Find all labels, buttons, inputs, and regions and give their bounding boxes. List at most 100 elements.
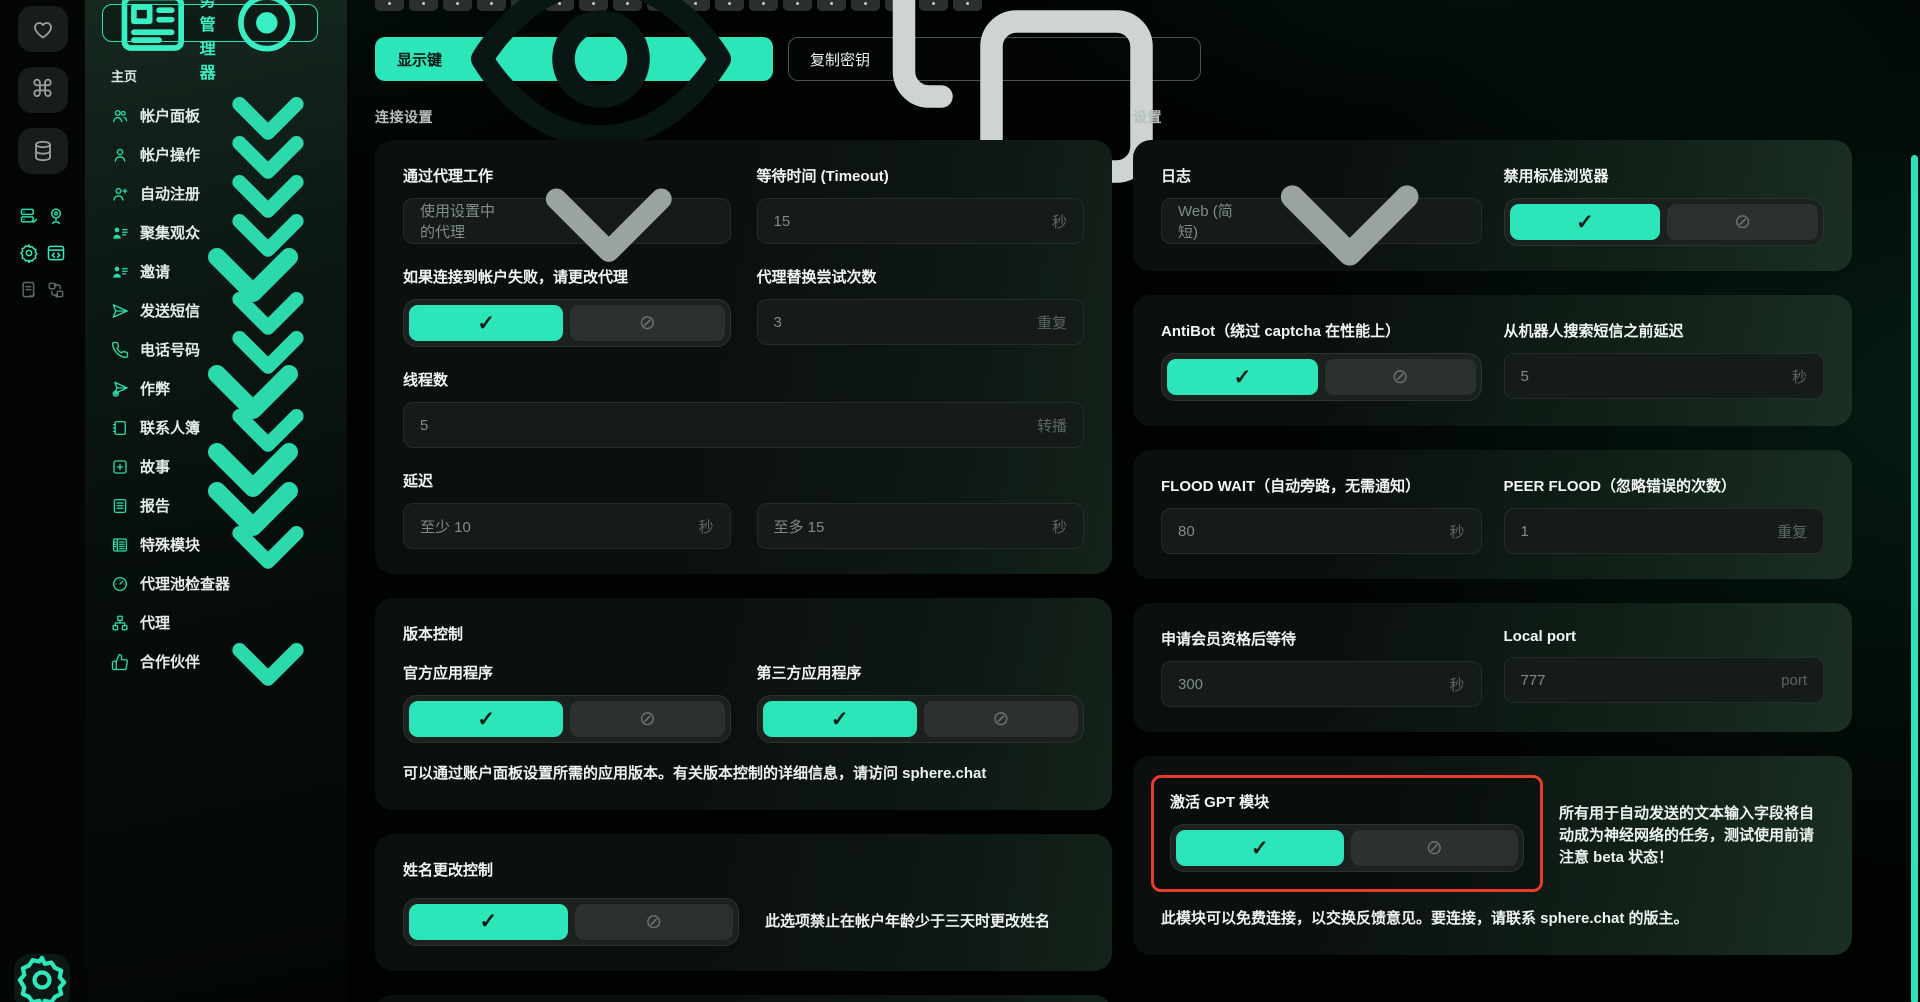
toggle-on-button[interactable]: ✓: [763, 701, 917, 737]
swap-icon[interactable]: [46, 280, 66, 300]
panel-icon: [115, 0, 191, 61]
toggle-on-button[interactable]: ✓: [1167, 359, 1318, 395]
sidebar-item-label: 报告: [140, 495, 170, 516]
show-key-label: 显示键: [397, 49, 442, 70]
settings-column: 设置 日志 Web (简短) 禁用标准浏览器 ✓ ⊘: [1133, 107, 1852, 979]
delay-min-input[interactable]: 至少 10 秒: [403, 503, 731, 549]
app-window: ⌘ 任务管理器 主页 帐户面板帐户操作自动注册聚集观众邀请发送短信电话号码作弊联…: [0, 0, 1920, 1002]
gpt-contact-note: 此模块可以免费连接，以交换反馈意见。要连接，请联系 sphere.chat 的版…: [1161, 908, 1824, 930]
sidebar-item-label: 代理池检查器: [140, 573, 230, 594]
heart-icon: [31, 17, 55, 41]
section-label-connection: 连接设置: [375, 107, 1112, 127]
version-control-title: 版本控制: [403, 623, 1084, 644]
masked-key-char: •: [375, 0, 404, 11]
connection-settings-column: 连接设置 通过代理工作 使用设置中的代理 等待时间 (Timeout) 15: [375, 107, 1112, 1002]
icon-rail: ⌘: [0, 0, 85, 1002]
audience-icon: [111, 224, 129, 242]
toggle-off-button[interactable]: ⊘: [575, 904, 734, 940]
disable-browser-label: 禁用标准浏览器: [1504, 165, 1825, 186]
block-icon: ⊘: [1392, 367, 1409, 387]
send-plus-icon: [111, 380, 129, 398]
show-key-button[interactable]: 显示键: [375, 37, 773, 81]
name-change-toggle: ✓ ⊘: [403, 898, 739, 946]
threads-label: 线程数: [403, 369, 1084, 390]
gear-icon[interactable]: [19, 243, 39, 263]
official-app-label: 官方应用程序: [403, 662, 731, 683]
proxy-mode-select[interactable]: 使用设置中的代理: [403, 198, 731, 244]
toggle-off-button[interactable]: ⊘: [1667, 204, 1818, 240]
webcam-icon[interactable]: [46, 206, 66, 226]
threads-input[interactable]: 5 转播: [403, 402, 1084, 448]
sidebar-menu: 帐户面板帐户操作自动注册聚集观众邀请发送短信电话号码作弊联系人簿故事报告特殊模块…: [85, 96, 347, 681]
report-icon: [111, 497, 129, 515]
timeout-input[interactable]: 15 秒: [757, 198, 1085, 244]
toggle-off-button[interactable]: ⊘: [570, 701, 724, 737]
antibot-toggle: ✓ ⊘: [1161, 353, 1482, 401]
block-icon: ⊘: [639, 709, 656, 729]
contacts-icon: [111, 419, 129, 437]
official-app-toggle: ✓ ⊘: [403, 695, 731, 743]
peer-flood-input[interactable]: 1 重复: [1504, 508, 1825, 554]
version-control-note: 可以通过账户面板设置所需的应用版本。有关版本控制的详细信息，请访问 sphere…: [403, 763, 1084, 785]
thumbs-up-icon: [111, 653, 129, 671]
target-icon[interactable]: [229, 0, 305, 61]
server-check-icon[interactable]: [19, 206, 39, 226]
third-party-app-toggle: ✓ ⊘: [757, 695, 1085, 743]
check-icon: ✓: [477, 313, 495, 334]
name-change-title: 姓名更改控制: [403, 859, 1084, 880]
sidebar-item[interactable]: 特殊模块: [85, 525, 347, 564]
person-add-icon: [111, 185, 129, 203]
settings-tile[interactable]: [14, 954, 70, 1002]
check-icon: ✓: [479, 911, 497, 932]
version-control-panel: 版本控制 官方应用程序 ✓ ⊘ 第三方应用程序 ✓ ⊘: [375, 598, 1112, 810]
plus-square-icon: [111, 458, 129, 476]
change-proxy-label: 如果连接到帐户失败，请更改代理: [403, 266, 731, 287]
sms-delay-input[interactable]: 5 秒: [1504, 353, 1825, 399]
toggle-off-button[interactable]: ⊘: [1351, 830, 1519, 866]
sidebar-item-label: 故事: [140, 456, 170, 477]
doc-check-icon[interactable]: [19, 280, 39, 300]
rail-tile[interactable]: ⌘: [18, 67, 68, 113]
gpt-module-label: 激活 GPT 模块: [1170, 791, 1524, 812]
check-icon: ✓: [1251, 838, 1269, 859]
block-icon: ⊘: [639, 313, 656, 333]
masked-key-char: •: [749, 0, 778, 11]
timeout-label: 等待时间 (Timeout): [757, 165, 1085, 186]
command-icon: ⌘: [31, 78, 55, 102]
toggle-on-button[interactable]: ✓: [409, 904, 568, 940]
proxy-retry-input[interactable]: 3 重复: [757, 299, 1085, 345]
member-wait-input[interactable]: 300 秒: [1161, 661, 1482, 707]
toggle-on-button[interactable]: ✓: [1510, 204, 1661, 240]
person-icon: [111, 146, 129, 164]
flood-wait-label: FLOOD WAIT（自动旁路，无需通知）: [1161, 475, 1482, 496]
invite-icon: [111, 263, 129, 281]
rail-tile[interactable]: [18, 128, 68, 174]
code-window-icon[interactable]: [46, 243, 66, 263]
toggle-off-button[interactable]: ⊘: [1325, 359, 1476, 395]
toggle-off-button[interactable]: ⊘: [570, 305, 724, 341]
toggle-on-button[interactable]: ✓: [409, 305, 563, 341]
scrollbar-thumb[interactable]: [1911, 155, 1918, 1002]
sidebar: 任务管理器 主页 帐户面板帐户操作自动注册聚集观众邀请发送短信电话号码作弊联系人…: [85, 0, 347, 1002]
check-icon: ✓: [1576, 212, 1594, 233]
sidebar-item[interactable]: 合作伙伴: [85, 642, 347, 681]
sidebar-item-label: 作弊: [140, 378, 170, 399]
sidebar-header-task-manager[interactable]: 任务管理器: [102, 4, 318, 42]
toggle-on-button[interactable]: ✓: [1176, 830, 1344, 866]
database-icon: [31, 139, 55, 163]
sidebar-item-label: 帐户操作: [140, 144, 200, 165]
rail-tile[interactable]: [18, 6, 68, 52]
copy-key-button[interactable]: 复制密钥: [788, 37, 1201, 81]
sidebar-item-label: 特殊模块: [140, 534, 200, 555]
local-port-input[interactable]: 777 port: [1504, 657, 1825, 703]
delay-max-input[interactable]: 至多 15 秒: [757, 503, 1085, 549]
log-panel: 日志 Web (简短) 禁用标准浏览器 ✓ ⊘: [1133, 140, 1852, 271]
local-port-label: Local port: [1504, 628, 1825, 645]
copy-key-label: 复制密钥: [810, 49, 870, 70]
block-icon: ⊘: [992, 709, 1009, 729]
toggle-off-button[interactable]: ⊘: [924, 701, 1078, 737]
toggle-on-button[interactable]: ✓: [409, 701, 563, 737]
log-select[interactable]: Web (简短): [1161, 198, 1482, 244]
flood-wait-input[interactable]: 80 秒: [1161, 508, 1482, 554]
flood-panel: FLOOD WAIT（自动旁路，无需通知） 80 秒 PEER FLOOD（忽略…: [1133, 450, 1852, 579]
